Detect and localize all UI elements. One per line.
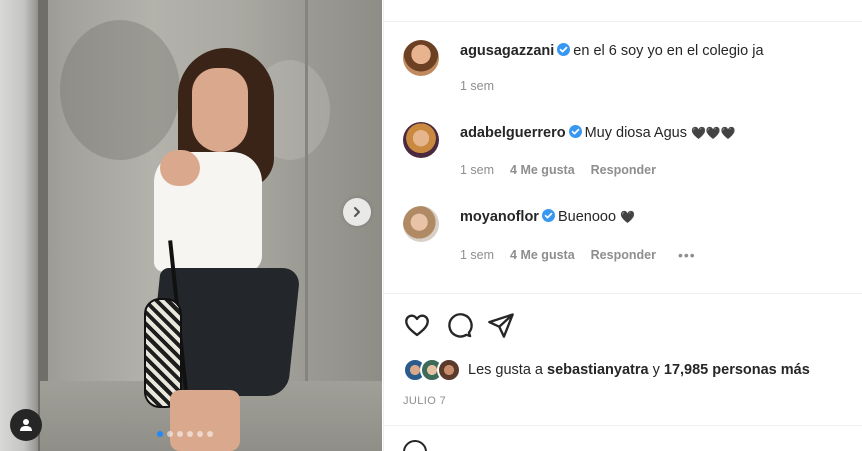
action-bar [402,310,516,340]
avatar[interactable] [403,122,439,158]
post-photo[interactable] [0,0,382,451]
caption-username[interactable]: agusagazzani [460,43,554,59]
like-button[interactable] [402,310,432,340]
comment-options-button[interactable]: ••• [678,247,696,263]
likes-prefix: Les gusta a [468,362,543,378]
photo-person [130,40,320,451]
comment-time[interactable]: 1 sem [460,248,494,262]
carousel-indicator [157,431,213,437]
likes-summary: Les gusta a sebastianyatra y 17,985 pers… [403,358,810,382]
comment-time[interactable]: 1 sem [460,163,494,177]
liker-username[interactable]: sebastianyatra [547,362,649,378]
comment-text: Buenooo [557,209,617,225]
user-tag-icon [20,419,32,431]
heart-icon [405,314,429,337]
comment-likes-button[interactable]: 4 Me gusta [510,248,575,262]
comment-item: moyanoflor Buenooo 🖤 [403,206,635,242]
liker-avatar [437,358,461,382]
comment-button[interactable] [444,310,474,340]
verified-icon [557,43,571,56]
comment-username[interactable]: moyanoflor [460,209,539,225]
reply-button[interactable]: Responder [591,163,656,177]
carousel-next-button[interactable] [343,198,371,226]
post-date[interactable]: JULIO 7 [403,395,446,407]
show-tags-button[interactable] [10,409,42,441]
caption: agusagazzani en el 6 soy yo en el colegio… [403,40,764,76]
photo-door [0,0,40,451]
reply-button[interactable]: Responder [591,248,656,262]
comment-text: Muy diosa Agus [584,125,687,141]
comment-meta: 1 sem 4 Me gusta Responder ••• [460,247,696,263]
comment-icon [448,313,473,338]
share-icon [488,313,514,338]
avatar[interactable] [403,40,439,76]
avatar[interactable] [403,206,439,242]
divider [384,293,862,294]
comment-meta: 1 sem 4 Me gusta Responder [460,163,656,177]
comments-panel: agusagazzani en el 6 soy yo en el colegio… [383,0,862,451]
comment-likes-button[interactable]: 4 Me gusta [510,163,575,177]
divider [384,425,862,426]
emoji-picker-button[interactable] [403,440,427,451]
carousel-dot [207,431,213,437]
comment-username[interactable]: adabelguerrero [460,125,566,141]
caption-time[interactable]: 1 sem [460,79,494,93]
divider [384,21,862,22]
verified-icon [568,125,582,138]
comment-emoji: 🖤🖤🖤 [690,126,736,140]
carousel-dot [187,431,193,437]
share-button[interactable] [486,310,516,340]
carousel-dot [197,431,203,437]
caption-meta: 1 sem [460,79,494,93]
carousel-dot [177,431,183,437]
carousel-dot [157,431,163,437]
caption-text: en el 6 soy yo en el colegio ja [573,43,764,59]
likes-connector: y [652,362,660,378]
likes-count-link[interactable]: 17,985 personas más [664,362,810,378]
carousel-dot [167,431,173,437]
comment-item: adabelguerrero Muy diosa Agus 🖤🖤🖤 [403,122,736,158]
likes-text: Les gusta a sebastianyatra y 17,985 pers… [468,362,810,378]
comment-emoji: 🖤 [620,210,635,224]
verified-icon [541,209,555,222]
chevron-right-icon [354,207,360,217]
